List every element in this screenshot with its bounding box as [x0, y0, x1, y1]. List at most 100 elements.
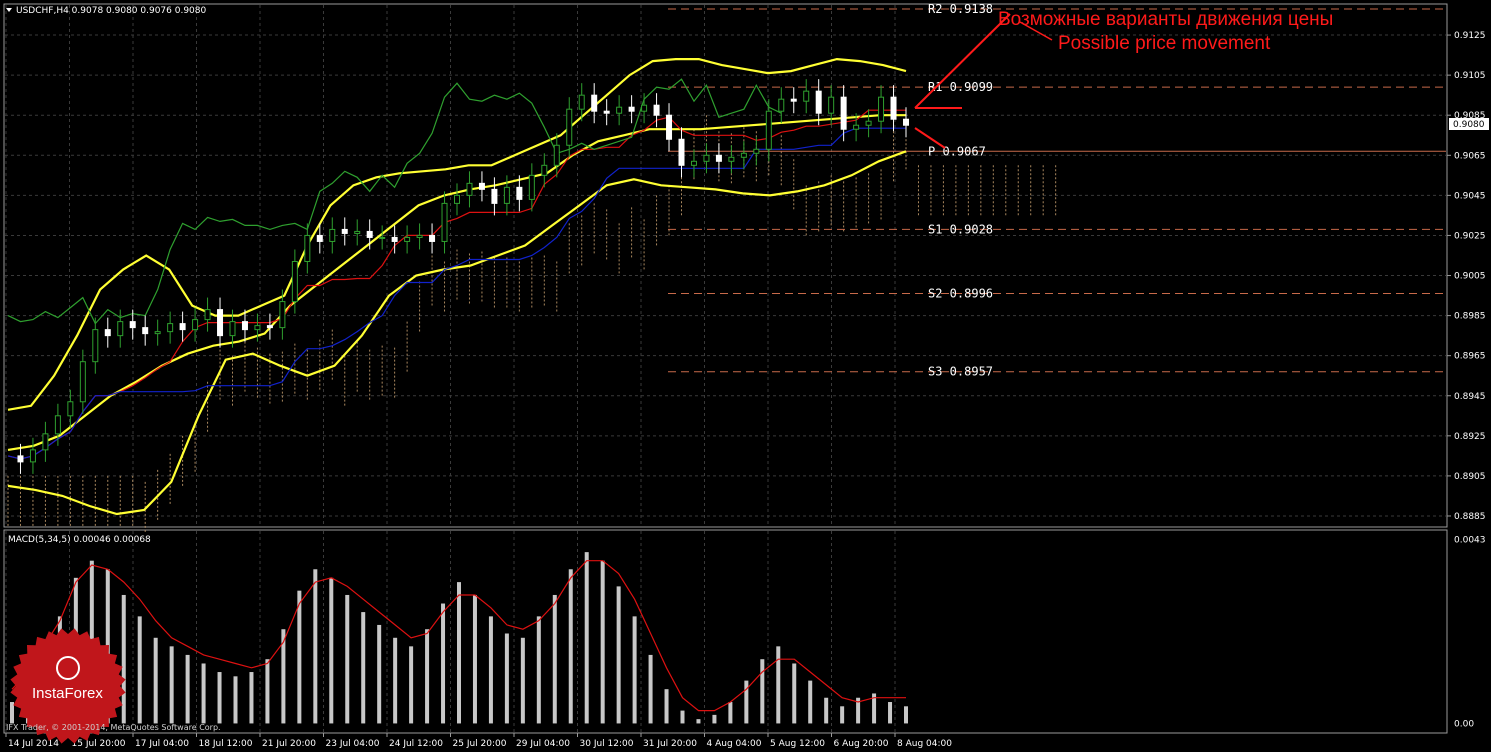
candle-body — [878, 96, 885, 122]
candle-body — [29, 449, 36, 463]
candle-body — [354, 230, 361, 234]
x-tick-label: 15 Jul 20:00 — [72, 739, 126, 749]
macd-bar — [297, 590, 302, 724]
candle-body — [528, 174, 535, 200]
candle-body — [441, 202, 448, 242]
macd-bar — [504, 633, 509, 724]
candle-body — [229, 321, 236, 337]
macd-bar — [169, 646, 174, 724]
macd-bar — [760, 659, 765, 724]
candle-body — [17, 455, 24, 463]
candle-body — [840, 96, 847, 130]
candle-body — [341, 228, 348, 234]
candle-body — [104, 329, 111, 337]
macd-bar — [153, 637, 158, 724]
candle-body — [379, 236, 386, 239]
x-tick-label: 29 Jul 04:00 — [516, 739, 570, 749]
candle-body — [890, 96, 897, 120]
current-price-marker: 0.9080 — [1449, 118, 1489, 130]
candle-body — [254, 325, 261, 331]
candle-body — [391, 236, 398, 242]
macd-bar — [728, 702, 733, 724]
y-tick-label: 0.9105 — [1454, 71, 1486, 81]
macd-bar — [457, 582, 461, 724]
candle-body — [653, 104, 660, 116]
candle-body — [416, 234, 423, 238]
candle-body — [429, 234, 436, 242]
candle-body — [466, 182, 473, 196]
macd-info: MACD(5,34,5) 0.00046 0.00068 — [8, 535, 151, 545]
candle-body — [167, 323, 174, 333]
candle-body — [316, 234, 323, 242]
x-tick-label: 8 Aug 04:00 — [897, 739, 952, 749]
candle-body — [715, 154, 722, 162]
pivot-label-s1: S1 0.9028 — [928, 222, 993, 236]
candle-body — [591, 94, 598, 112]
x-tick-label: 14 Jul 2014 — [8, 739, 59, 749]
candle-body — [291, 260, 298, 303]
macd-bar — [904, 706, 908, 724]
candle-body — [142, 327, 149, 335]
candle-body — [42, 433, 49, 451]
candle-body — [865, 120, 872, 126]
candle-body — [690, 160, 697, 166]
candle-body — [129, 321, 136, 329]
candle-body — [728, 156, 735, 162]
macd-bar — [201, 663, 206, 724]
y-tick-label: 0.9025 — [1454, 231, 1486, 241]
macd-bar — [185, 654, 190, 724]
y-tick-label: 0.9045 — [1454, 191, 1486, 201]
candle-body — [491, 188, 498, 204]
x-tick-label: 5 Aug 12:00 — [770, 739, 825, 749]
candle-body — [503, 186, 510, 204]
price-chart[interactable]: R2 0.9138 R1 0.9099 P 0.9067 S1 0.9028 S2 0.… — [0, 0, 1491, 752]
x-tick-label: 31 Jul 20:00 — [643, 739, 697, 749]
candle-body — [79, 361, 86, 403]
candle-body — [516, 186, 523, 200]
y-tick-label: 0.8965 — [1454, 352, 1486, 362]
symbol-info: USDCHF,H4 0.9078 0.9080 0.9076 0.9080 — [16, 6, 206, 16]
candle-body — [828, 96, 835, 114]
pivot-label-r1: R1 0.9099 — [928, 80, 993, 94]
x-tick-label: 17 Jul 04:00 — [135, 739, 189, 749]
candle-body — [329, 228, 336, 242]
x-tick-label: 6 Aug 20:00 — [834, 739, 889, 749]
candle-body — [765, 110, 772, 150]
y-tick-label: 0.8905 — [1454, 472, 1486, 482]
candle-body — [790, 98, 797, 102]
x-tick-label: 4 Aug 04:00 — [707, 739, 762, 749]
annotation-en: Possible price movement — [1058, 33, 1271, 54]
candle-body — [740, 152, 747, 158]
candle-body — [266, 325, 273, 329]
macd-bar — [313, 569, 318, 724]
candle-body — [603, 110, 610, 114]
macd-bar — [345, 594, 350, 724]
x-tick-label: 25 Jul 20:00 — [453, 739, 507, 749]
candle-body — [703, 154, 710, 162]
macd-bar — [888, 702, 893, 724]
macd-y-label: 0.0043 — [1454, 535, 1486, 545]
logo-text: InstaForex — [32, 685, 103, 702]
macd-bar — [632, 616, 637, 724]
macd-bar — [696, 719, 701, 724]
macd-bar — [776, 646, 781, 724]
x-tick-label: 30 Jul 12:00 — [580, 739, 634, 749]
macd-bar — [472, 594, 477, 724]
macd-bar — [249, 672, 254, 724]
current-price: 0.9080 — [1453, 120, 1485, 130]
y-tick-label: 0.9065 — [1454, 151, 1486, 161]
candle-body — [678, 138, 685, 166]
candle-body — [553, 144, 560, 166]
macd-bar — [824, 697, 829, 724]
candle-body — [117, 321, 124, 337]
x-tick-label: 23 Jul 04:00 — [326, 739, 380, 749]
candle-body — [279, 301, 286, 329]
x-tick-label: 24 Jul 12:00 — [389, 739, 443, 749]
macd-bar — [393, 637, 398, 724]
candle-body — [578, 94, 585, 110]
macd-bar — [664, 689, 669, 724]
candle-body — [404, 236, 411, 242]
pivot-label-r2: R2 0.9138 — [928, 2, 993, 16]
macd-bar — [488, 616, 493, 724]
candle-body — [815, 90, 822, 114]
